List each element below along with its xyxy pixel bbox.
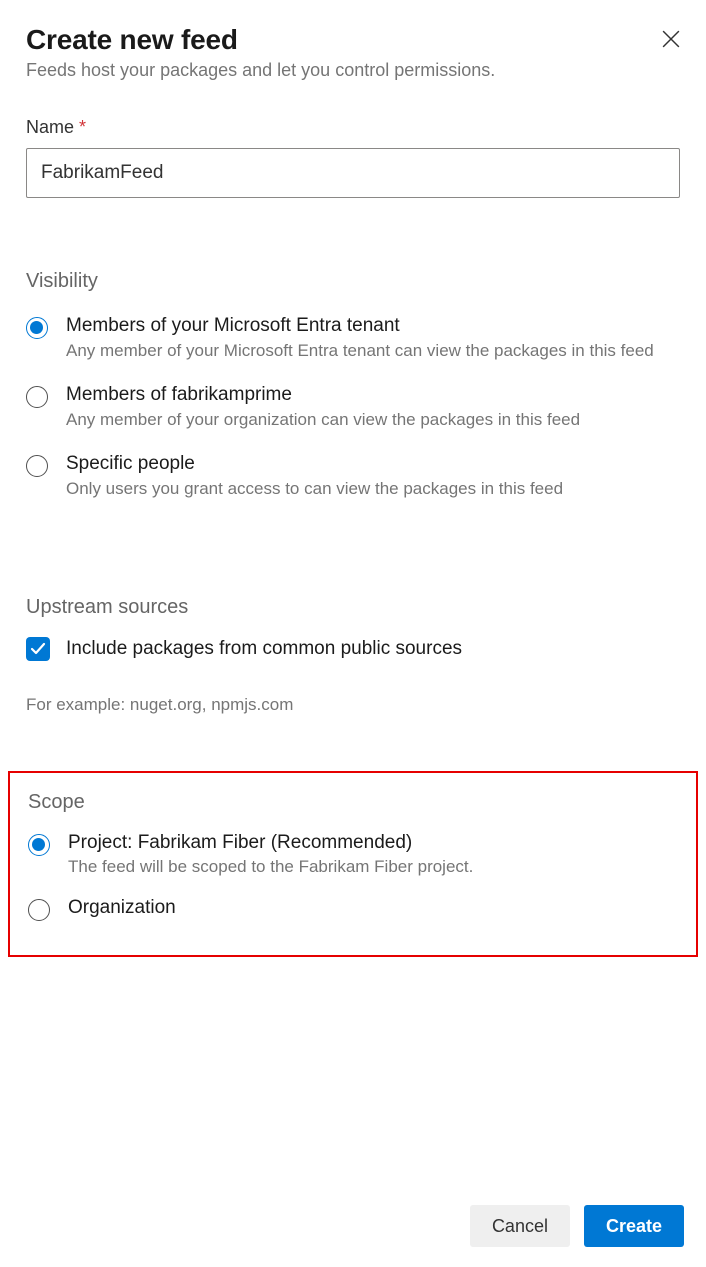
upstream-example: For example: nuget.org, npmjs.com	[26, 695, 680, 715]
radio-label: Members of fabrikamprime	[66, 384, 680, 407]
radio-desc: Any member of your Microsoft Entra tenan…	[66, 340, 680, 362]
radio-desc: The feed will be scoped to the Fabrikam …	[68, 856, 678, 878]
upstream-checkbox[interactable]	[26, 637, 50, 661]
upstream-heading: Upstream sources	[26, 596, 680, 619]
radio-label: Organization	[68, 897, 678, 920]
close-icon[interactable]	[662, 30, 680, 48]
radio-icon[interactable]	[26, 317, 48, 339]
radio-label: Specific people	[66, 453, 680, 476]
upstream-checkbox-label: Include packages from common public sour…	[66, 638, 462, 660]
radio-label: Project: Fabrikam Fiber (Recommended)	[68, 832, 678, 855]
name-input[interactable]	[26, 148, 680, 198]
cancel-button[interactable]: Cancel	[470, 1205, 570, 1247]
radio-desc: Only users you grant access to can view …	[66, 478, 680, 500]
scope-option-project[interactable]: Project: Fabrikam Fiber (Recommended) Th…	[28, 832, 678, 879]
visibility-option-specific[interactable]: Specific people Only users you grant acc…	[26, 453, 680, 500]
visibility-option-org-members[interactable]: Members of fabrikamprime Any member of y…	[26, 384, 680, 431]
radio-desc: Any member of your organization can view…	[66, 409, 680, 431]
scope-highlight-box: Scope Project: Fabrikam Fiber (Recommend…	[8, 771, 698, 957]
visibility-option-entra[interactable]: Members of your Microsoft Entra tenant A…	[26, 315, 680, 362]
radio-icon[interactable]	[26, 455, 48, 477]
radio-icon[interactable]	[26, 386, 48, 408]
create-button[interactable]: Create	[584, 1205, 684, 1247]
radio-icon[interactable]	[28, 834, 50, 856]
scope-option-organization[interactable]: Organization	[28, 897, 678, 921]
radio-label: Members of your Microsoft Entra tenant	[66, 315, 680, 338]
dialog-subtitle: Feeds host your packages and let you con…	[26, 60, 680, 81]
dialog-title: Create new feed	[26, 24, 238, 56]
scope-heading: Scope	[28, 791, 678, 814]
check-icon	[30, 641, 46, 657]
name-label: Name *	[26, 117, 680, 138]
required-marker: *	[79, 117, 86, 137]
visibility-heading: Visibility	[26, 270, 680, 293]
radio-icon[interactable]	[28, 899, 50, 921]
